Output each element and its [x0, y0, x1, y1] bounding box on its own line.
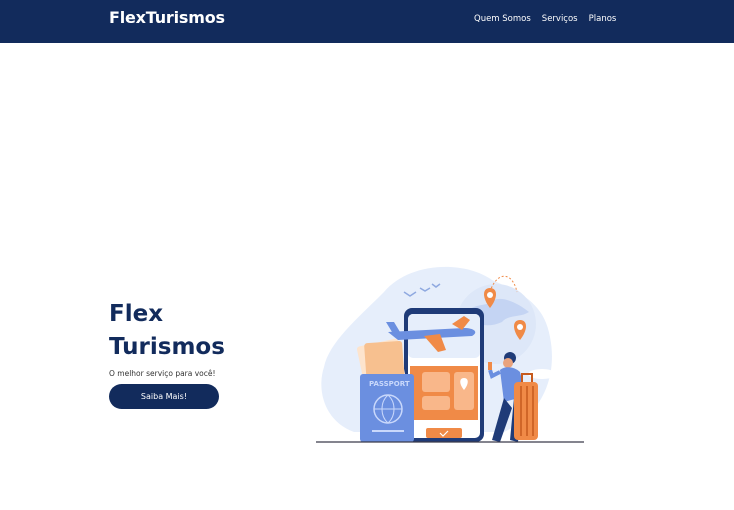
- navbar: FlexTurismos Quem Somos Serviços Planos: [0, 0, 734, 43]
- saiba-mais-button[interactable]: Saiba Mais!: [109, 384, 219, 409]
- brand-logo[interactable]: FlexTurismos: [109, 8, 225, 27]
- suitcase-icon: [514, 373, 538, 440]
- hero-title-line2: Turismos: [109, 334, 225, 360]
- check-button-icon: [426, 428, 462, 438]
- nav-link-quem-somos[interactable]: Quem Somos: [474, 14, 531, 24]
- flight-info-card: [422, 372, 450, 392]
- travel-illustration: PASSPORT: [316, 266, 584, 443]
- hero-title-line1: Flex: [109, 301, 164, 327]
- passport-icon: PASSPORT: [360, 374, 414, 442]
- nav-link-planos[interactable]: Planos: [589, 14, 617, 24]
- hero-title: Flex Turismos: [109, 298, 259, 364]
- location-info-card: [454, 372, 474, 410]
- hero-subtitle: O melhor serviço para você!: [109, 369, 216, 378]
- nav-links: Quem Somos Serviços Planos: [474, 14, 616, 24]
- nav-link-servicos[interactable]: Serviços: [542, 14, 578, 24]
- passport-label: PASSPORT: [369, 380, 410, 388]
